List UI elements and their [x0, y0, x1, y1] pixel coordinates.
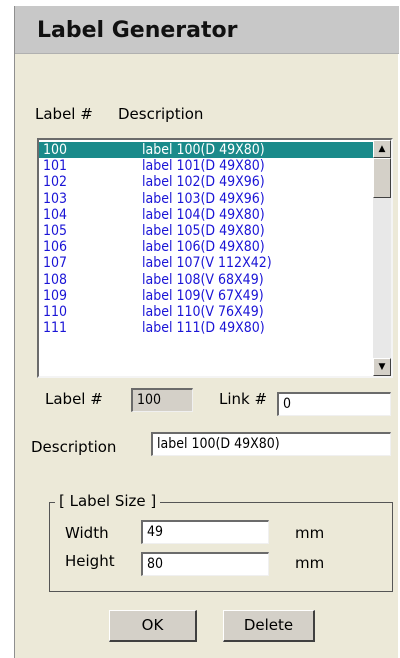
- link-number-caption: Link #: [219, 390, 268, 408]
- list-item-number: 103: [43, 190, 68, 207]
- list-item[interactable]: 108 label 108(V 68X49): [39, 272, 373, 288]
- width-caption: Width: [65, 524, 109, 542]
- list-item[interactable]: 107 label 107(V 112X42): [39, 255, 373, 271]
- width-unit: mm: [295, 524, 325, 542]
- list-item-number: 108: [43, 271, 68, 288]
- description-field[interactable]: label 100(D 49X80): [151, 432, 391, 456]
- scrollbar-thumb[interactable]: [373, 158, 391, 198]
- list-item[interactable]: 103 label 103(D 49X96): [39, 191, 373, 207]
- window-title: Label Generator: [37, 18, 238, 43]
- list-item-number: 101: [43, 158, 68, 175]
- label-number-caption: Label #: [45, 390, 103, 408]
- label-size-group: [49, 502, 393, 592]
- list-item-description: label 106(D 49X80): [142, 239, 265, 256]
- list-item-description: label 101(D 49X80): [142, 158, 265, 175]
- list-item[interactable]: 106 label 106(D 49X80): [39, 239, 373, 255]
- height-field[interactable]: 80: [141, 552, 269, 576]
- list-item[interactable]: 101 label 101(D 49X80): [39, 158, 373, 174]
- vertical-scrollbar[interactable]: ▲ ▼: [373, 140, 391, 376]
- list-item-description: label 102(D 49X96): [142, 174, 265, 191]
- label-generator-dialog: Label Generator Label # Description 100 l…: [14, 6, 399, 658]
- column-header-label-number: Label #: [35, 105, 93, 123]
- label-listbox[interactable]: 100 label 100(D 49X80) 101 label 101(D 49X8…: [37, 138, 393, 378]
- list-item-description: label 104(D 49X80): [142, 206, 265, 223]
- description-caption: Description: [31, 438, 117, 456]
- list-item-description: label 107(V 112X42): [142, 255, 272, 272]
- list-item-description: label 111(D 49X80): [142, 320, 265, 337]
- delete-button[interactable]: Delete: [223, 610, 315, 642]
- list-item-number: 105: [43, 222, 68, 239]
- list-item-description: label 100(D 49X80): [142, 142, 265, 158]
- width-field[interactable]: 49: [141, 520, 269, 544]
- list-item-description: label 103(D 49X96): [142, 190, 265, 207]
- list-item[interactable]: 102 label 102(D 49X96): [39, 174, 373, 190]
- list-item-number: 111: [43, 320, 68, 337]
- list-item-number: 104: [43, 206, 68, 223]
- list-item-number: 110: [43, 303, 68, 320]
- list-item-number: 107: [43, 255, 68, 272]
- link-number-field[interactable]: 0: [277, 392, 391, 416]
- height-unit: mm: [295, 554, 325, 572]
- list-item-number: 106: [43, 239, 68, 256]
- label-list-rows: 100 label 100(D 49X80) 101 label 101(D 49X8…: [39, 142, 373, 336]
- list-item[interactable]: 105 label 105(D 49X80): [39, 223, 373, 239]
- list-item-number: 102: [43, 174, 68, 191]
- list-item-description: label 108(V 68X49): [142, 271, 264, 288]
- list-item[interactable]: 111 label 111(D 49X80): [39, 320, 373, 336]
- scroll-down-icon[interactable]: ▼: [373, 358, 391, 376]
- scroll-up-icon[interactable]: ▲: [373, 140, 391, 158]
- column-header-description: Description: [118, 105, 204, 123]
- list-item-number: 109: [43, 287, 68, 304]
- list-item-number: 100: [43, 142, 68, 158]
- list-item-description: label 109(V 67X49): [142, 287, 264, 304]
- label-size-group-title: [ Label Size ]: [55, 492, 161, 510]
- list-item[interactable]: 104 label 104(D 49X80): [39, 207, 373, 223]
- label-number-field: 100: [131, 388, 193, 412]
- list-item-description: label 110(V 76X49): [142, 303, 264, 320]
- ok-button[interactable]: OK: [109, 610, 197, 642]
- list-item[interactable]: 100 label 100(D 49X80): [39, 142, 373, 159]
- list-item[interactable]: 109 label 109(V 67X49): [39, 288, 373, 304]
- title-bar[interactable]: Label Generator: [15, 6, 399, 54]
- list-item-description: label 105(D 49X80): [142, 222, 265, 239]
- height-caption: Height: [65, 552, 115, 570]
- list-item[interactable]: 110 label 110(V 76X49): [39, 304, 373, 320]
